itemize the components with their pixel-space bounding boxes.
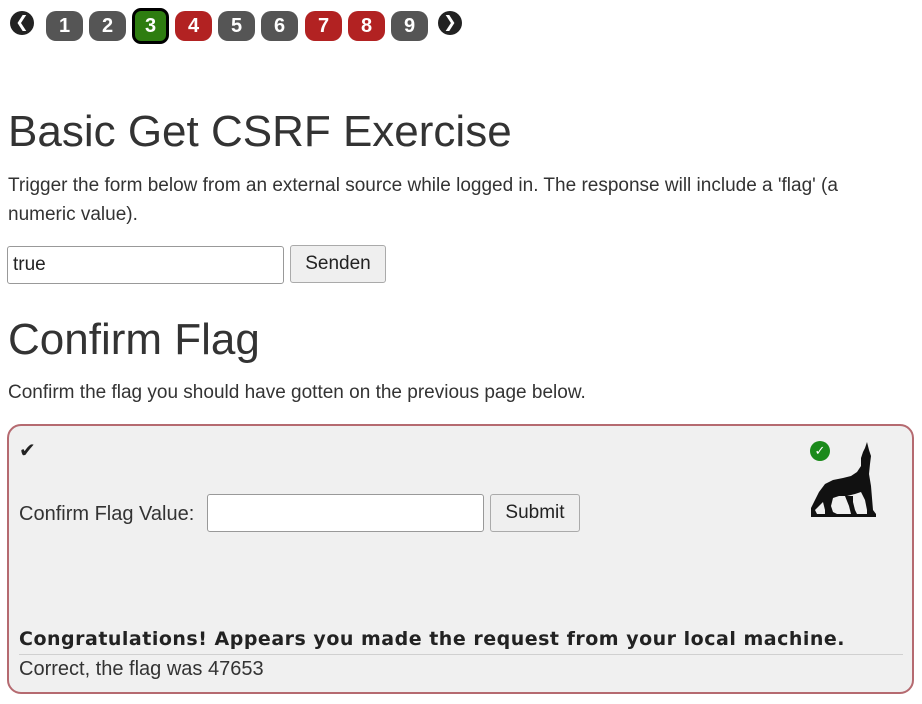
submit-button[interactable]: Submit [490, 494, 580, 532]
confirm-description: Confirm the flag you should have gotten … [8, 382, 586, 403]
page-button-6[interactable]: 6 [261, 11, 298, 41]
page-button-2[interactable]: 2 [89, 11, 126, 41]
check-icon: ✔ [19, 440, 36, 462]
send-button[interactable]: Senden [290, 245, 386, 283]
confirm-panel: ✔ ✓ Confirm Flag Value: Submit Congratul… [7, 424, 914, 694]
page: ❮ 1 2 3 4 5 6 7 8 9 ❯ Basic Get CSRF Exe… [0, 0, 922, 704]
success-check-icon: ✓ [810, 441, 830, 461]
page-title: Basic Get CSRF Exercise [8, 107, 512, 156]
divider [19, 654, 903, 655]
page-button-7[interactable]: 7 [305, 11, 342, 41]
page-button-8[interactable]: 8 [348, 11, 385, 41]
page-button-4[interactable]: 4 [175, 11, 212, 41]
arrow-left-icon[interactable]: ❮ [10, 11, 34, 35]
confirm-flag-input[interactable] [207, 494, 484, 532]
page-button-5[interactable]: 5 [218, 11, 255, 41]
exercise-description: Trigger the form below from an external … [8, 175, 838, 225]
confirm-title: Confirm Flag [8, 315, 260, 364]
confirm-flag-label: Confirm Flag Value: [19, 503, 195, 525]
flag-result: Correct, the flag was 47653 [19, 658, 264, 680]
congrats-message: Congratulations! Appears you made the re… [19, 628, 845, 650]
page-button-1[interactable]: 1 [46, 11, 83, 41]
csrf-value-input[interactable] [7, 246, 284, 284]
page-button-9[interactable]: 9 [391, 11, 428, 41]
arrow-right-icon[interactable]: ❯ [438, 11, 462, 35]
page-button-3-current[interactable]: 3 [132, 8, 169, 44]
